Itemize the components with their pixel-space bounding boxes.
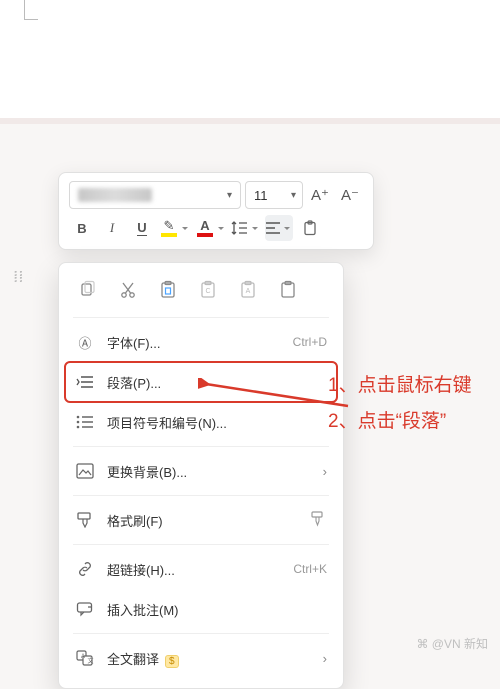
paste-keep-button[interactable] — [271, 275, 305, 305]
comment-icon — [75, 601, 95, 617]
menu-item-comment[interactable]: 插入批注(M) — [65, 589, 337, 629]
paste-button[interactable] — [151, 275, 185, 305]
clipboard-row: C A — [65, 273, 337, 313]
chevron-down-icon: ▾ — [291, 190, 296, 201]
copy-button[interactable] — [71, 275, 105, 305]
italic-button[interactable]: I — [99, 215, 125, 241]
paste-special-button[interactable]: C — [191, 275, 225, 305]
paste-plain-icon — [278, 280, 298, 300]
menu-item-font[interactable]: Ⓐ 字体(F)... Ctrl+D — [65, 322, 337, 362]
translate-icon: A文 — [75, 650, 95, 666]
chevron-right-icon: › — [323, 464, 327, 479]
underline-button[interactable]: U — [129, 215, 155, 241]
page-corner-mark — [24, 0, 38, 20]
cut-button[interactable] — [111, 275, 145, 305]
drag-handle-icon[interactable]: ፡፡፡፡ — [14, 270, 25, 282]
highlight-color-button[interactable]: ✎ — [159, 215, 191, 241]
font-family-select[interactable]: ▾ — [69, 181, 241, 209]
paste-c-icon: C — [198, 280, 218, 300]
brush-icon — [75, 512, 95, 528]
mini-toolbar: ▾ 11 ▾ A⁺ A⁻ B I U ✎ A — [58, 172, 374, 250]
paste-a-icon: A — [238, 280, 258, 300]
font-color-button[interactable]: A — [195, 215, 227, 241]
menu-separator — [73, 633, 329, 634]
line-spacing-button[interactable] — [231, 215, 261, 241]
image-icon — [75, 463, 95, 479]
paragraph-icon — [75, 375, 95, 389]
context-menu: C A Ⓐ 字体(F)... Ctrl+D 段落(P)... 项目符号和编号(N… — [58, 262, 344, 689]
scissors-icon — [118, 280, 138, 300]
menu-item-bullets[interactable]: 项目符号和编号(N)... — [65, 402, 337, 442]
watermark: ⌘ @VN 新知 — [416, 635, 488, 652]
menu-separator — [73, 446, 329, 447]
annotation-text-1: 1、点击鼠标右键 — [328, 370, 472, 397]
font-color-icon: A — [195, 219, 215, 237]
svg-text:文: 文 — [88, 657, 94, 665]
menu-item-format-painter[interactable]: 格式刷(F) — [65, 500, 337, 540]
svg-text:A: A — [246, 288, 251, 295]
menu-item-paragraph[interactable]: 段落(P)... — [65, 362, 337, 402]
document-page-fragment — [0, 0, 500, 120]
increase-font-button[interactable]: A⁺ — [307, 182, 333, 208]
menu-item-background[interactable]: 更换背景(B)... › — [65, 451, 337, 491]
format-painter-pin-icon[interactable] — [309, 511, 327, 530]
copy-icon — [78, 280, 98, 300]
chevron-right-icon: › — [323, 651, 327, 666]
menu-item-hyperlink[interactable]: 超链接(H)... Ctrl+K — [65, 549, 337, 589]
line-spacing-icon — [231, 220, 249, 236]
menu-separator — [73, 495, 329, 496]
premium-badge: $ — [165, 655, 179, 668]
clipboard-button[interactable] — [297, 215, 323, 241]
paste-text-button[interactable]: A — [231, 275, 265, 305]
list-icon — [75, 415, 95, 429]
menu-separator — [73, 544, 329, 545]
font-size-value: 11 — [254, 188, 268, 203]
link-icon — [75, 561, 95, 577]
highlight-icon: ✎ — [159, 219, 179, 237]
svg-text:A: A — [81, 654, 85, 660]
translate-label: 全文翻译 — [107, 652, 159, 667]
font-name-blurred — [78, 188, 152, 202]
clipboard-icon — [302, 220, 318, 236]
chevron-down-icon: ▾ — [227, 190, 232, 201]
bold-button[interactable]: B — [69, 215, 95, 241]
annotation-text-2: 2、点击“段落” — [328, 406, 446, 433]
svg-text:C: C — [205, 288, 210, 295]
font-icon: Ⓐ — [75, 333, 95, 352]
font-size-select[interactable]: 11 ▾ — [245, 181, 303, 209]
align-button[interactable] — [265, 215, 293, 241]
paste-icon — [158, 280, 178, 300]
menu-item-translate[interactable]: A文 全文翻译 $ › — [65, 638, 337, 678]
align-icon — [265, 221, 281, 235]
menu-separator — [73, 317, 329, 318]
decrease-font-button[interactable]: A⁻ — [337, 182, 363, 208]
